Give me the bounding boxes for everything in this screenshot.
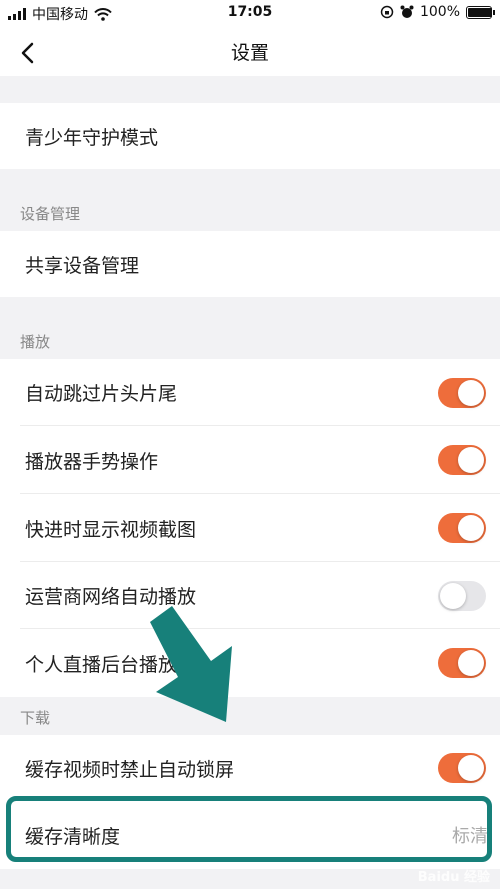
page-title: 设置 <box>230 42 269 64</box>
gesture-row: 播放器手势操作 <box>0 426 500 494</box>
row-label: 运营商网络自动播放 <box>25 586 197 608</box>
orientation-lock-icon <box>380 5 394 19</box>
row-label: 自动跳过片头片尾 <box>25 383 178 405</box>
background-live-row: 个人直播后台播放 <box>0 629 500 697</box>
watermark: Baidu 经验 <box>417 870 490 885</box>
cache-quality-value: 标清 <box>452 826 488 847</box>
section-header-playback: 播放 <box>20 333 51 351</box>
no-lock-row: 缓存视频时禁止自动锁屏 <box>0 735 500 801</box>
carrier-autoplay-row: 运营商网络自动播放 <box>0 562 500 629</box>
shared-devices-row[interactable]: 共享设备管理 <box>0 231 500 297</box>
battery-percent: 100% <box>419 4 460 20</box>
row-label: 共享设备管理 <box>25 254 140 277</box>
row-label: 快进时显示视频截图 <box>25 518 197 541</box>
auto-skip-row: 自动跳过片头片尾 <box>0 359 500 426</box>
background-live-toggle[interactable] <box>438 648 486 678</box>
no-lock-toggle[interactable] <box>438 753 486 783</box>
section-header-device: 设备管理 <box>20 205 81 223</box>
youth-mode-row[interactable]: 青少年守护模式 <box>0 103 500 169</box>
navigation-bar: 设置 <box>0 26 500 76</box>
cache-quality-row[interactable]: 缓存清晰度 标清 <box>0 801 500 869</box>
gesture-toggle[interactable] <box>438 445 486 475</box>
preview-row: 快进时显示视频截图 <box>0 494 500 562</box>
section-header-download: 下载 <box>20 709 51 727</box>
row-label: 缓存清晰度 <box>25 825 121 848</box>
preview-toggle[interactable] <box>438 513 486 543</box>
row-label: 缓存视频时禁止自动锁屏 <box>25 758 235 781</box>
carrier-autoplay-toggle[interactable] <box>438 580 486 611</box>
row-label: 个人直播后台播放 <box>25 653 178 676</box>
alarm-icon <box>400 5 414 18</box>
auto-skip-toggle[interactable] <box>438 377 486 408</box>
row-label: 播放器手势操作 <box>25 450 159 473</box>
battery-icon <box>466 5 495 19</box>
status-bar: 中国移动 17:05 100% <box>0 0 500 26</box>
row-label: 青少年守护模式 <box>25 126 159 149</box>
